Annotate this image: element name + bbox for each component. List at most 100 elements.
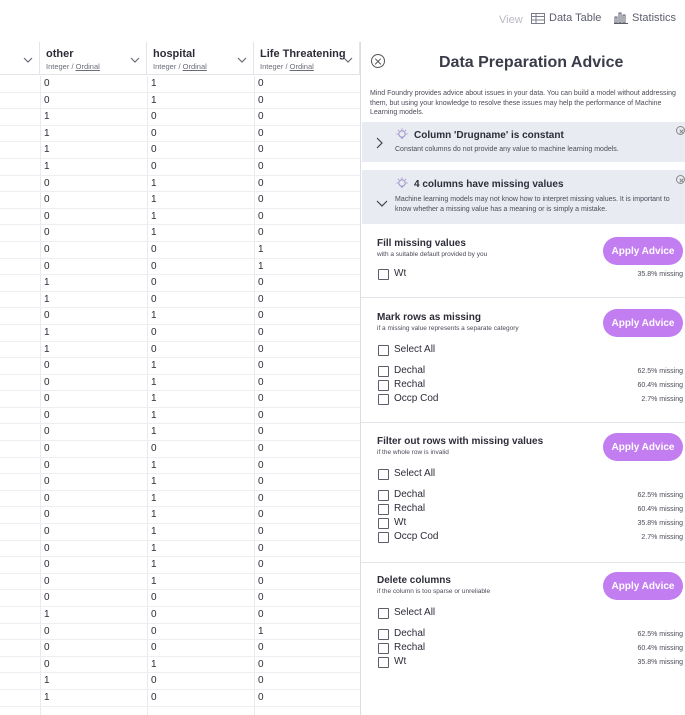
- table-row[interactable]: 1 0 0: [0, 342, 360, 359]
- table-row[interactable]: 0 0 1: [0, 242, 360, 259]
- issue-constant-column[interactable]: Column 'Drugname' is constant Constant c…: [362, 122, 685, 162]
- table-cell: 0: [258, 293, 264, 305]
- checkbox-row[interactable]: Wt 35.8% missing: [377, 517, 683, 531]
- column-header-life-threatening[interactable]: Life Threatening Integer / Ordinal: [254, 42, 360, 75]
- checkbox[interactable]: [378, 643, 389, 654]
- table-cell: 0: [151, 144, 157, 156]
- table-cell: 0: [151, 111, 157, 123]
- table-cell: 0: [258, 459, 264, 471]
- column-header-other[interactable]: other Integer / Ordinal: [40, 42, 147, 75]
- checkbox-row[interactable]: Occp Cod 2.7% missing: [377, 393, 683, 407]
- checkbox-row[interactable]: Dechal 62.5% missing: [377, 628, 683, 642]
- apply-advice-button[interactable]: Apply Advice: [603, 572, 683, 600]
- checkbox[interactable]: [378, 345, 389, 356]
- chevron-down-icon[interactable]: [343, 50, 353, 68]
- table-row[interactable]: 0 1 0: [0, 458, 360, 475]
- table-cell: 0: [258, 310, 264, 322]
- table-row[interactable]: 0 0 1: [0, 259, 360, 276]
- apply-advice-button[interactable]: Apply Advice: [603, 433, 683, 461]
- column-header-partial[interactable]: [0, 42, 40, 75]
- table-row[interactable]: 1 0 0: [0, 690, 360, 707]
- table-row[interactable]: 0 1 0: [0, 474, 360, 491]
- table-row[interactable]: 0 1 0: [0, 524, 360, 541]
- table-row[interactable]: 0 1 0: [0, 424, 360, 442]
- table-row[interactable]: 1 0 0: [0, 292, 360, 309]
- table-row[interactable]: 0 1 0: [0, 557, 360, 574]
- checkbox-row[interactable]: Dechal 62.5% missing: [377, 489, 683, 503]
- table-row[interactable]: 0 1 0: [0, 176, 360, 193]
- checkbox[interactable]: [378, 269, 389, 280]
- table-row[interactable]: 1 0 0: [0, 673, 360, 690]
- checkbox[interactable]: [378, 518, 389, 529]
- select-all-row[interactable]: Select All: [377, 468, 683, 482]
- table-row[interactable]: 0 1 0: [0, 225, 360, 242]
- checkbox[interactable]: [378, 657, 389, 668]
- table-cell: 0: [258, 127, 264, 139]
- table-cell: 0: [151, 243, 157, 255]
- checkbox[interactable]: [378, 629, 389, 640]
- checkbox[interactable]: [378, 394, 389, 405]
- table-cell: 1: [151, 376, 157, 388]
- checkbox[interactable]: [378, 532, 389, 543]
- table-row[interactable]: 0 0 1: [0, 624, 360, 641]
- table-row[interactable]: 0 1 0: [0, 657, 360, 674]
- table-row[interactable]: 0 1 0: [0, 507, 360, 525]
- table-row[interactable]: 0 1 0: [0, 408, 360, 425]
- chevron-down-icon[interactable]: [130, 50, 140, 68]
- checkbox-row[interactable]: Wt 35.8% missing: [377, 268, 683, 282]
- data-table-button[interactable]: Data Table: [531, 12, 601, 24]
- checkbox[interactable]: [378, 608, 389, 619]
- table-row[interactable]: 0 1 0: [0, 375, 360, 392]
- checkbox-row[interactable]: Rechal 60.4% missing: [377, 379, 683, 393]
- select-all-row[interactable]: Select All: [377, 344, 683, 358]
- panel-title: Data Preparation Advice: [439, 54, 624, 71]
- chevron-right-icon[interactable]: [376, 136, 383, 154]
- table-cell: 1: [151, 94, 157, 106]
- checkbox[interactable]: [378, 380, 389, 391]
- statistics-button[interactable]: Statistics: [614, 12, 676, 24]
- checkbox-row[interactable]: Dechal 62.5% missing: [377, 365, 683, 379]
- table-cell: 1: [151, 542, 157, 554]
- table-row[interactable]: 1 0 0: [0, 607, 360, 624]
- apply-advice-button[interactable]: Apply Advice: [603, 309, 683, 337]
- table-row[interactable]: 1 0 0: [0, 142, 360, 159]
- table-row[interactable]: 0 1 0: [0, 192, 360, 209]
- column-header-hospital[interactable]: hospital Integer / Ordinal: [147, 42, 254, 75]
- table-row[interactable]: 0 1 0: [0, 541, 360, 558]
- chevron-down-icon[interactable]: [23, 50, 33, 68]
- select-all-row[interactable]: Select All: [377, 607, 683, 621]
- dismiss-icon[interactable]: [676, 175, 685, 184]
- issue-missing-values[interactable]: 4 columns have missing values Machine le…: [362, 170, 685, 224]
- table-row[interactable]: 1 0 0: [0, 325, 360, 342]
- table-row[interactable]: 0 0 0: [0, 441, 360, 458]
- chevron-down-icon[interactable]: [237, 50, 247, 68]
- chevron-down-icon[interactable]: [376, 194, 388, 212]
- checkbox[interactable]: [378, 366, 389, 377]
- table-row[interactable]: 1 0 0: [0, 159, 360, 176]
- table-row[interactable]: 0 0 0: [0, 640, 360, 657]
- close-icon[interactable]: [371, 54, 385, 68]
- table-row[interactable]: 0 1 0: [0, 491, 360, 508]
- apply-advice-button[interactable]: Apply Advice: [603, 237, 683, 265]
- checkbox-row[interactable]: Wt 35.8% missing: [377, 656, 683, 670]
- table-row[interactable]: 1 0 0: [0, 109, 360, 126]
- checkbox[interactable]: [378, 504, 389, 515]
- checkbox-row[interactable]: Occp Cod 2.7% missing: [377, 531, 683, 545]
- table-row[interactable]: 0 1 0: [0, 308, 360, 325]
- missing-percent: 2.7% missing: [641, 534, 683, 541]
- table-row[interactable]: 1 0 0: [0, 126, 360, 143]
- table-row[interactable]: 0 1 0: [0, 209, 360, 226]
- table-row[interactable]: 0 1 0: [0, 391, 360, 408]
- checkbox-row[interactable]: Rechal 60.4% missing: [377, 503, 683, 517]
- table-row[interactable]: 0 1 0: [0, 76, 360, 93]
- table-cell: 1: [151, 426, 157, 438]
- checkbox[interactable]: [378, 490, 389, 501]
- dismiss-icon[interactable]: [676, 126, 685, 135]
- table-row[interactable]: 1 0 0: [0, 275, 360, 292]
- checkbox-row[interactable]: Rechal 60.4% missing: [377, 642, 683, 656]
- table-row[interactable]: 0 1 0: [0, 574, 360, 591]
- table-row[interactable]: 0 0 0: [0, 590, 360, 607]
- table-row[interactable]: 0 1 0: [0, 358, 360, 375]
- table-row[interactable]: 0 1 0: [0, 93, 360, 110]
- checkbox[interactable]: [378, 469, 389, 480]
